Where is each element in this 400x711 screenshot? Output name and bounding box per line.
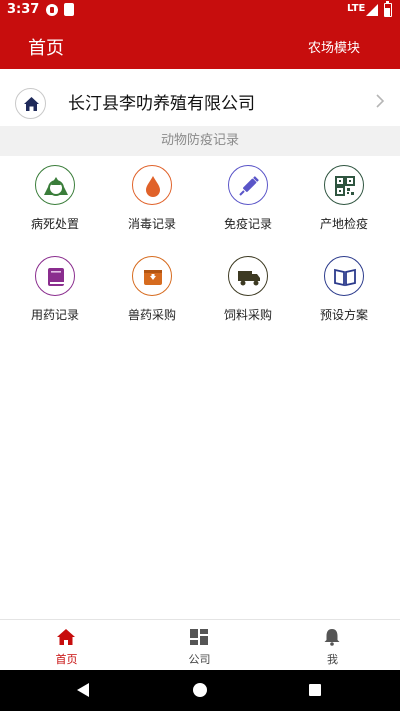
grid-item-label: 免疫记录: [223, 217, 272, 231]
nav-label-home: 首页: [55, 653, 78, 666]
qr-code-icon: [324, 165, 364, 205]
status-bar: 3:37 LTE: [0, 0, 400, 20]
system-nav-bar: [0, 670, 400, 711]
nav-item-home[interactable]: 首页: [0, 620, 133, 671]
grid-item-disposal[interactable]: 病死处置: [5, 165, 105, 232]
app-header: 首页 农场模块: [0, 20, 400, 69]
grid-item-immunization[interactable]: 免疫记录: [198, 165, 298, 232]
company-selector[interactable]: 长汀县李叻养殖有限公司: [0, 80, 400, 124]
company-home-icon: [15, 88, 46, 119]
grid-item-label: 饲料采购: [223, 308, 272, 322]
recents-icon[interactable]: [309, 684, 321, 696]
grid-item-label: 产地检疫: [319, 217, 368, 231]
notification-icon: [46, 4, 58, 16]
book-icon: [35, 256, 75, 296]
grid-item-label: 病死处置: [30, 217, 79, 231]
home-button-icon[interactable]: [193, 683, 207, 697]
truck-icon: [228, 256, 268, 296]
grid-item-label: 消毒记录: [127, 217, 176, 231]
nav-item-company[interactable]: 公司: [133, 620, 266, 671]
page-title: 首页: [28, 38, 64, 59]
home-icon: [57, 629, 75, 645]
farm-module-button[interactable]: 农场模块: [308, 37, 360, 56]
nav-label-me: 我: [327, 653, 338, 666]
company-name: 长汀县李叻养殖有限公司: [68, 94, 255, 114]
grid-item-label: 用药记录: [30, 308, 79, 322]
grid-item-label: 兽药采购: [127, 308, 176, 322]
battery-icon: [384, 1, 392, 17]
chevron-right-icon: [376, 94, 385, 108]
bottom-nav: 首页 公司 我: [0, 619, 400, 670]
open-book-icon: [324, 256, 364, 296]
dashboard-icon: [190, 629, 208, 645]
grid-item-label: 预设方案: [319, 308, 368, 322]
recycle-icon: [35, 165, 75, 205]
sd-card-icon: [64, 3, 74, 16]
nav-label-company: 公司: [188, 653, 211, 666]
grid-item-medication[interactable]: 用药记录: [5, 256, 105, 323]
inbox-icon: [132, 256, 172, 296]
section-title: 动物防疫记录: [0, 126, 400, 156]
grid-item-disinfection[interactable]: 消毒记录: [102, 165, 202, 232]
syringe-icon: [228, 165, 268, 205]
grid-item-preset-plan[interactable]: 预设方案: [294, 256, 394, 323]
grid-item-quarantine[interactable]: 产地检疫: [294, 165, 394, 232]
back-icon[interactable]: [76, 683, 90, 697]
grid-item-vet-drug-purchase[interactable]: 兽药采购: [102, 256, 202, 323]
droplet-icon: [132, 165, 172, 205]
grid-item-feed-purchase[interactable]: 饲料采购: [198, 256, 298, 323]
signal-icon: [366, 4, 378, 16]
network-type: LTE: [347, 3, 366, 14]
nav-item-me[interactable]: 我: [266, 620, 399, 671]
bell-icon: [324, 629, 340, 646]
status-time: 3:37: [7, 2, 40, 17]
